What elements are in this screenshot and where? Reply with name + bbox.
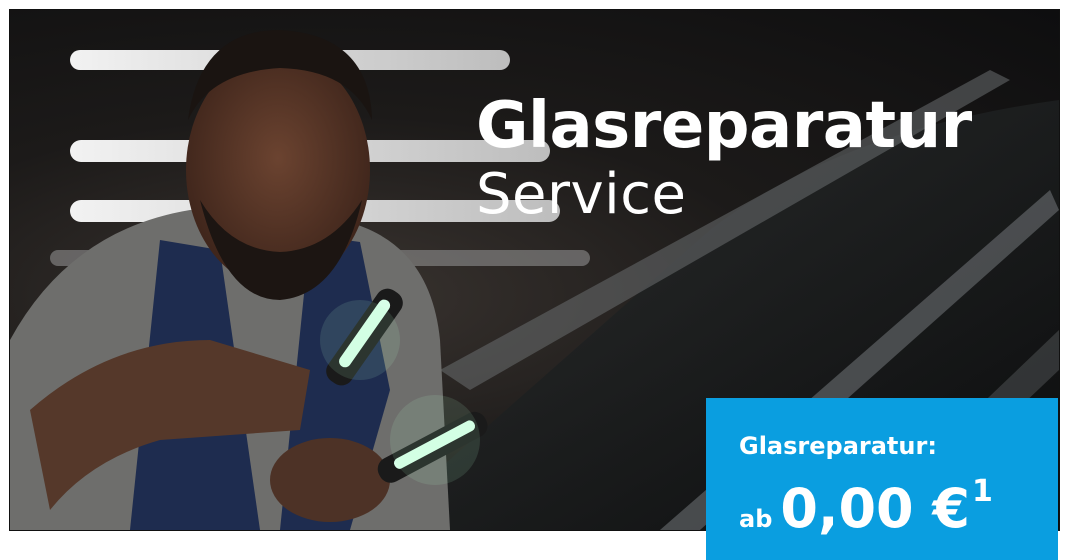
headline-subtitle: Service: [476, 162, 687, 227]
headline-title: Glasreparatur: [476, 89, 972, 163]
price-box: Glasreparatur: ab 0,00 €1: [706, 398, 1058, 560]
headline: Glasreparatur Service: [476, 88, 972, 226]
footnote-marker: 1: [971, 474, 993, 509]
price-prefix: ab: [739, 505, 773, 533]
price-amount: ab 0,00 €1: [739, 474, 993, 540]
price-label: Glasreparatur:: [739, 432, 937, 460]
price-value: 0,00 €: [780, 477, 970, 540]
